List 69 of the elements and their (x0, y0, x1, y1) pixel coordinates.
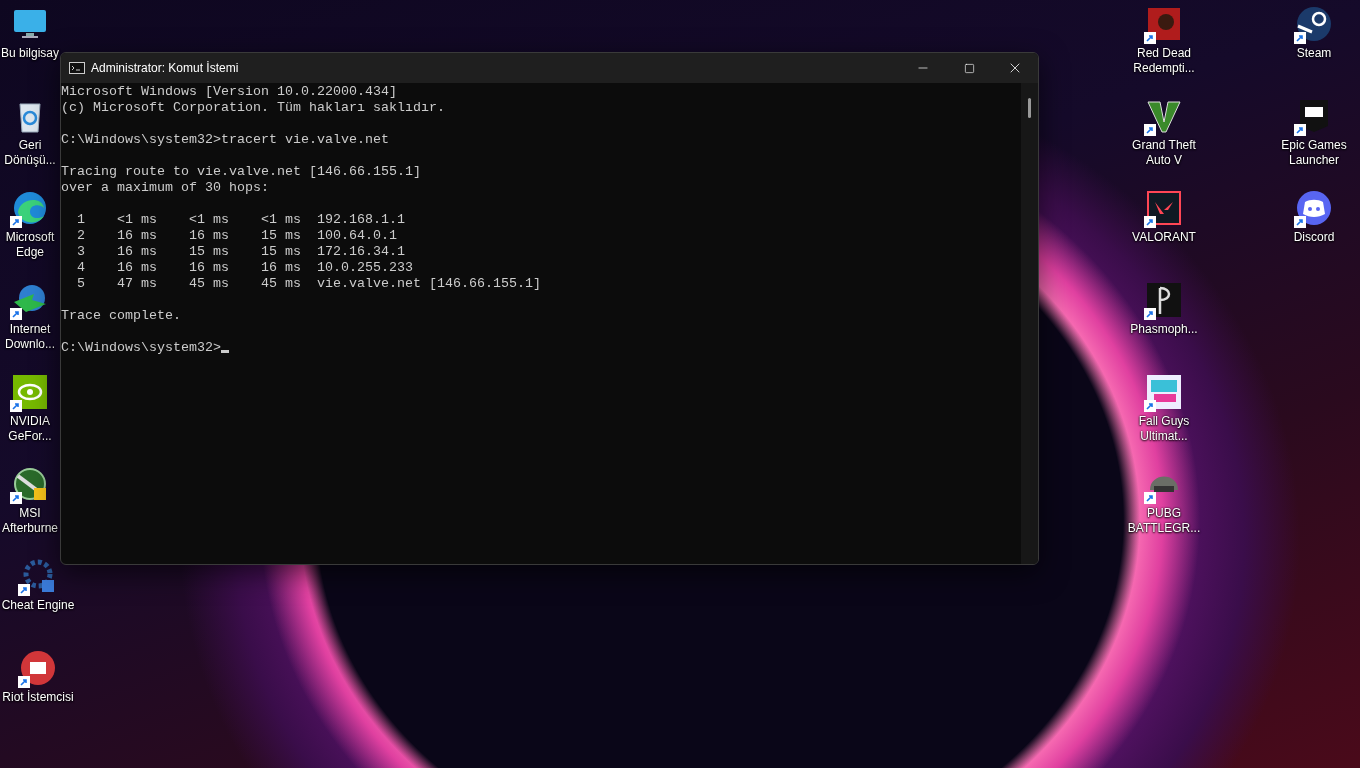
desktop-shortcut[interactable]: Fall Guys Ultimat... (1126, 374, 1202, 466)
desktop-shortcut[interactable]: MSI Afterburne (0, 466, 60, 558)
shortcut-label: Dönüşü... (4, 153, 56, 168)
console-prompt[interactable]: C:\Windows\system32> (61, 340, 1021, 356)
desktop-shortcut[interactable]: Steam (1276, 6, 1352, 98)
game-cover-icon (1146, 6, 1182, 42)
desktop-shortcut[interactable]: Phasmoph... (1126, 282, 1202, 374)
desktop-shortcut[interactable]: Red Dead Redempti... (1126, 6, 1202, 98)
shortcut-label: Afterburne (1, 521, 58, 536)
console-line: 5 47 ms 45 ms 45 ms vie.valve.net [146.66.155.1] (76, 276, 542, 292)
console-line: Trace complete. (61, 308, 182, 324)
desktop-shortcut[interactable]: Riot İstemcisi (0, 650, 76, 742)
shortcut-label: Steam (1296, 46, 1332, 61)
desktop-shortcut[interactable]: Geri Dönüşü... (0, 98, 60, 190)
shortcut-label: Microsoft (5, 230, 55, 245)
scrollbar-thumb[interactable] (1028, 98, 1031, 118)
console-line: C:\Windows\system32>tracert vie.valve.net (61, 132, 390, 148)
shortcut-label: PUBG (1147, 506, 1181, 521)
letter-v-logo-icon (1146, 98, 1182, 134)
scrollbar[interactable] (1021, 83, 1038, 564)
shortcut-label: Redempti... (1133, 61, 1195, 76)
shortcut-label: Launcher (1288, 153, 1339, 168)
shortcut-label: GeFor... (8, 429, 52, 444)
shortcut-label: Cheat Engine (1, 598, 75, 613)
game-cover-icon (1146, 282, 1182, 318)
desktop-shortcut[interactable]: Microsoft Edge (0, 190, 60, 282)
game-cover-icon (1146, 374, 1182, 410)
maximize-icon (963, 62, 975, 74)
desktop-shortcut[interactable]: Bu bilgisay (0, 6, 60, 98)
shortcut-label: Edge (16, 245, 44, 260)
shortcut-label: Red Dead (1136, 46, 1191, 61)
shortcut-label: Phasmoph... (1130, 322, 1198, 337)
shortcut-label: Auto V (1146, 153, 1182, 168)
swirl-logo-icon (12, 190, 48, 226)
shortcut-label: Geri (18, 138, 42, 153)
desktop-shortcut[interactable]: Epic Games Launcher (1276, 98, 1352, 190)
desktop-shortcut[interactable]: Internet Downlo... (0, 282, 60, 374)
shortcut-label: Fall Guys (1138, 414, 1190, 429)
shortcut-label: Discord (1293, 230, 1335, 245)
controller-logo-icon (1296, 190, 1332, 226)
shortcut-label: Internet (9, 322, 51, 337)
console-line: 4 16 ms 16 ms 16 ms 10.0.255.233 (76, 260, 414, 276)
shortcut-label: VALORANT (1132, 230, 1196, 245)
console-line: (c) Microsoft Corporation. Tüm hakları saklıdır. (61, 100, 446, 116)
text-cursor (220, 350, 229, 353)
shortcut-label: Ultimat... (1140, 429, 1188, 444)
console-line: 1 <1 ms <1 ms <1 ms 192.168.1.1 (76, 212, 406, 228)
console-line: Tracing route to vie.valve.net [146.66.155.1] (61, 164, 422, 180)
gauge-icon (12, 466, 48, 502)
shortcut-label: Downlo... (5, 337, 55, 352)
shortcut-label: Epic Games (1281, 138, 1347, 153)
shortcut-label: NVIDIA (10, 414, 50, 429)
desktop-shortcut[interactable]: Grand Theft Auto V (1126, 98, 1202, 190)
shortcut-label: Bu bilgisay (1, 46, 59, 61)
console-line: over a maximum of 30 hops: (61, 180, 270, 196)
desktop-shortcut[interactable]: Discord (1276, 190, 1352, 282)
console-icon (69, 62, 85, 74)
shortcut-label: Riot İstemcisi (2, 690, 74, 705)
desktop-shortcut[interactable]: NVIDIA GeFor... (0, 374, 60, 466)
desktop-shortcut[interactable]: VALORANT (1126, 190, 1202, 282)
console-line: 2 16 ms 16 ms 15 ms 100.64.0.1 (76, 228, 398, 244)
steam-logo-icon (1296, 6, 1332, 42)
window-title: Administrator: Komut İstemi (91, 61, 240, 75)
eye-logo-icon (12, 374, 48, 410)
console-line: Microsoft Windows [Version 10.0.22000.434] (61, 84, 398, 100)
desktop-shortcut[interactable]: Cheat Engine (0, 558, 76, 650)
shortcut-label: MSI (19, 506, 41, 521)
shortcut-label: Grand Theft (1132, 138, 1196, 153)
console-line: 3 16 ms 15 ms 15 ms 172.16.34.1 (76, 244, 406, 260)
